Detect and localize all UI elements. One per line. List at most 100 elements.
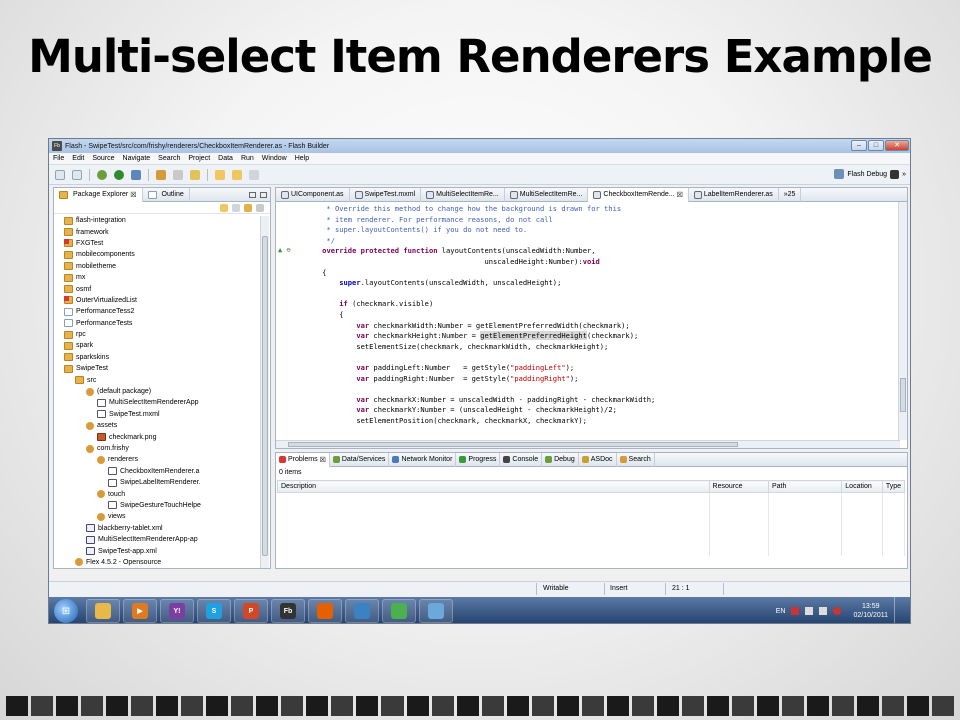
more-perspectives[interactable]: » [902,171,906,178]
column-description[interactable]: Description [277,480,710,493]
tree-item[interactable]: mobiletheme [54,261,270,272]
scrollbar-thumb[interactable] [262,236,268,556]
column-resource[interactable]: Resource [708,480,769,493]
scrollbar-thumb[interactable] [900,378,906,412]
tree-item[interactable]: src [54,374,270,385]
tree-item[interactable]: MultiSelectItemRendererApp-ap [54,534,270,545]
menu-help[interactable]: Help [295,155,309,162]
tab-debug[interactable]: Debug [542,452,579,467]
menu-data[interactable]: Data [218,155,233,162]
tab-network-monitor[interactable]: Network Monitor [389,452,457,467]
flash-perspective-icon[interactable] [890,169,900,179]
history-icon[interactable] [249,169,259,180]
editor-horizontal-scrollbar[interactable] [276,440,900,448]
show-desktop-button[interactable] [894,597,906,623]
remote-desktop-taskbar-button[interactable] [345,599,379,623]
menu-search[interactable]: Search [158,155,180,162]
start-button[interactable]: ⊞ [54,599,78,623]
minimize-button[interactable]: – [851,140,867,151]
menu-source[interactable]: Source [92,155,114,162]
tree-item[interactable]: MultiSelectItemRendererApp [54,397,270,408]
language-indicator[interactable]: EN [776,608,786,615]
new-icon[interactable] [55,169,65,180]
search-icon[interactable] [173,169,183,180]
tree-item[interactable]: views [54,511,270,522]
close-tab-icon[interactable]: ☒ [677,191,683,199]
menu-run[interactable]: Run [241,155,254,162]
close-tab-icon[interactable]: ☒ [320,456,326,464]
package-explorer-scrollbar[interactable] [260,216,269,568]
tree-item[interactable]: renderers [54,454,270,465]
tree-item[interactable]: spark [54,340,270,351]
back-icon[interactable] [215,169,225,180]
editor-tab[interactable]: UIComponent.as [276,187,350,202]
view-menu-icon[interactable] [256,203,264,212]
explorer-taskbar-button[interactable] [86,599,120,623]
tree-item[interactable]: com.frishy [54,443,270,454]
scrollbar-thumb[interactable] [288,442,738,447]
tab-search[interactable]: Search [617,452,655,467]
editor-tab[interactable]: LabelItemRenderer.as [689,187,779,202]
tree-item[interactable]: FXGTest [54,238,270,249]
perspective-switcher[interactable]: Flash Debug » [834,169,906,179]
back-icon[interactable] [220,203,228,212]
tree-item[interactable]: mx [54,272,270,283]
editor-tab[interactable]: »25 [779,187,802,202]
tab-problems[interactable]: Problems ☒ [276,452,330,467]
run-icon[interactable] [114,169,124,180]
tree-item[interactable]: mobilecomponents [54,249,270,260]
clock[interactable]: 13:59 02/10/2011 [853,602,888,620]
tree-item[interactable]: SwipeTest.mxml [54,409,270,420]
tree-item[interactable]: PerformanceTess2 [54,306,270,317]
tab-asdoc[interactable]: ASDoc [579,452,617,467]
tab-progress[interactable]: Progress [456,452,501,467]
close-button[interactable]: ✕ [885,140,909,151]
flash-builder-taskbar-button[interactable]: Fb [271,599,305,623]
tree-item[interactable]: OuterVirtualizedList [54,295,270,306]
column-location[interactable]: Location [841,480,883,493]
tree-item[interactable]: framework [54,226,270,237]
tree-item[interactable]: flash-integration [54,215,270,226]
tree-item[interactable]: SwipeGestureTouchHelpe [54,500,270,511]
maximize-button[interactable]: □ [868,140,884,151]
link-editor-icon[interactable] [244,203,252,212]
editor-tab[interactable]: MultiSelectItemRe... [421,187,505,202]
tree-item[interactable]: osmf [54,283,270,294]
tree-item[interactable]: rpc [54,329,270,340]
tree-item[interactable]: PerformanceTests [54,318,270,329]
paint-taskbar-button[interactable] [419,599,453,623]
code-area[interactable]: * Override this method to change how the… [276,202,909,442]
maximize-view-icon[interactable] [260,191,267,198]
battery-icon[interactable] [805,607,814,615]
editor-tab[interactable]: SwipeTest.mxml [350,187,422,202]
open-type-icon[interactable] [156,169,166,180]
network-icon[interactable] [819,607,828,615]
tab-package-explorer[interactable]: Package Explorer ☒ [54,187,143,202]
skype-taskbar-button[interactable]: S [197,599,231,623]
debug-icon[interactable] [97,169,107,180]
tree-item[interactable]: SwipeTest [54,363,270,374]
tree-item[interactable]: touch [54,488,270,499]
tree-item[interactable]: SwipeLabelItemRenderer. [54,477,270,488]
tree-item[interactable]: blackberry-tablet.xml [54,523,270,534]
minimize-view-icon[interactable] [249,191,256,198]
media-player-taskbar-button[interactable]: ▶ [123,599,157,623]
save-icon[interactable] [72,169,82,180]
forward-icon[interactable] [232,169,242,180]
editor-vertical-scrollbar[interactable] [898,202,907,440]
chrome-taskbar-button[interactable] [382,599,416,623]
tree-item[interactable]: SwipeTest-app.xml [54,545,270,556]
annotation-icon[interactable] [190,169,200,180]
tree-item[interactable]: CheckboxItemRenderer.a [54,466,270,477]
menu-file[interactable]: File [53,155,64,162]
menu-project[interactable]: Project [188,155,210,162]
close-tab-icon[interactable]: ☒ [130,191,136,199]
tab-data-services[interactable]: Data/Services [330,452,390,467]
powerpoint-taskbar-button[interactable]: P [234,599,268,623]
menu-edit[interactable]: Edit [72,155,84,162]
column-path[interactable]: Path [767,480,843,493]
editor-tab[interactable]: CheckboxItemRende... ☒ [588,187,689,202]
tree-item[interactable]: (default package) [54,386,270,397]
firefox-taskbar-button[interactable] [308,599,342,623]
editor-tab[interactable]: MultiSelectItemRe... [505,187,589,202]
